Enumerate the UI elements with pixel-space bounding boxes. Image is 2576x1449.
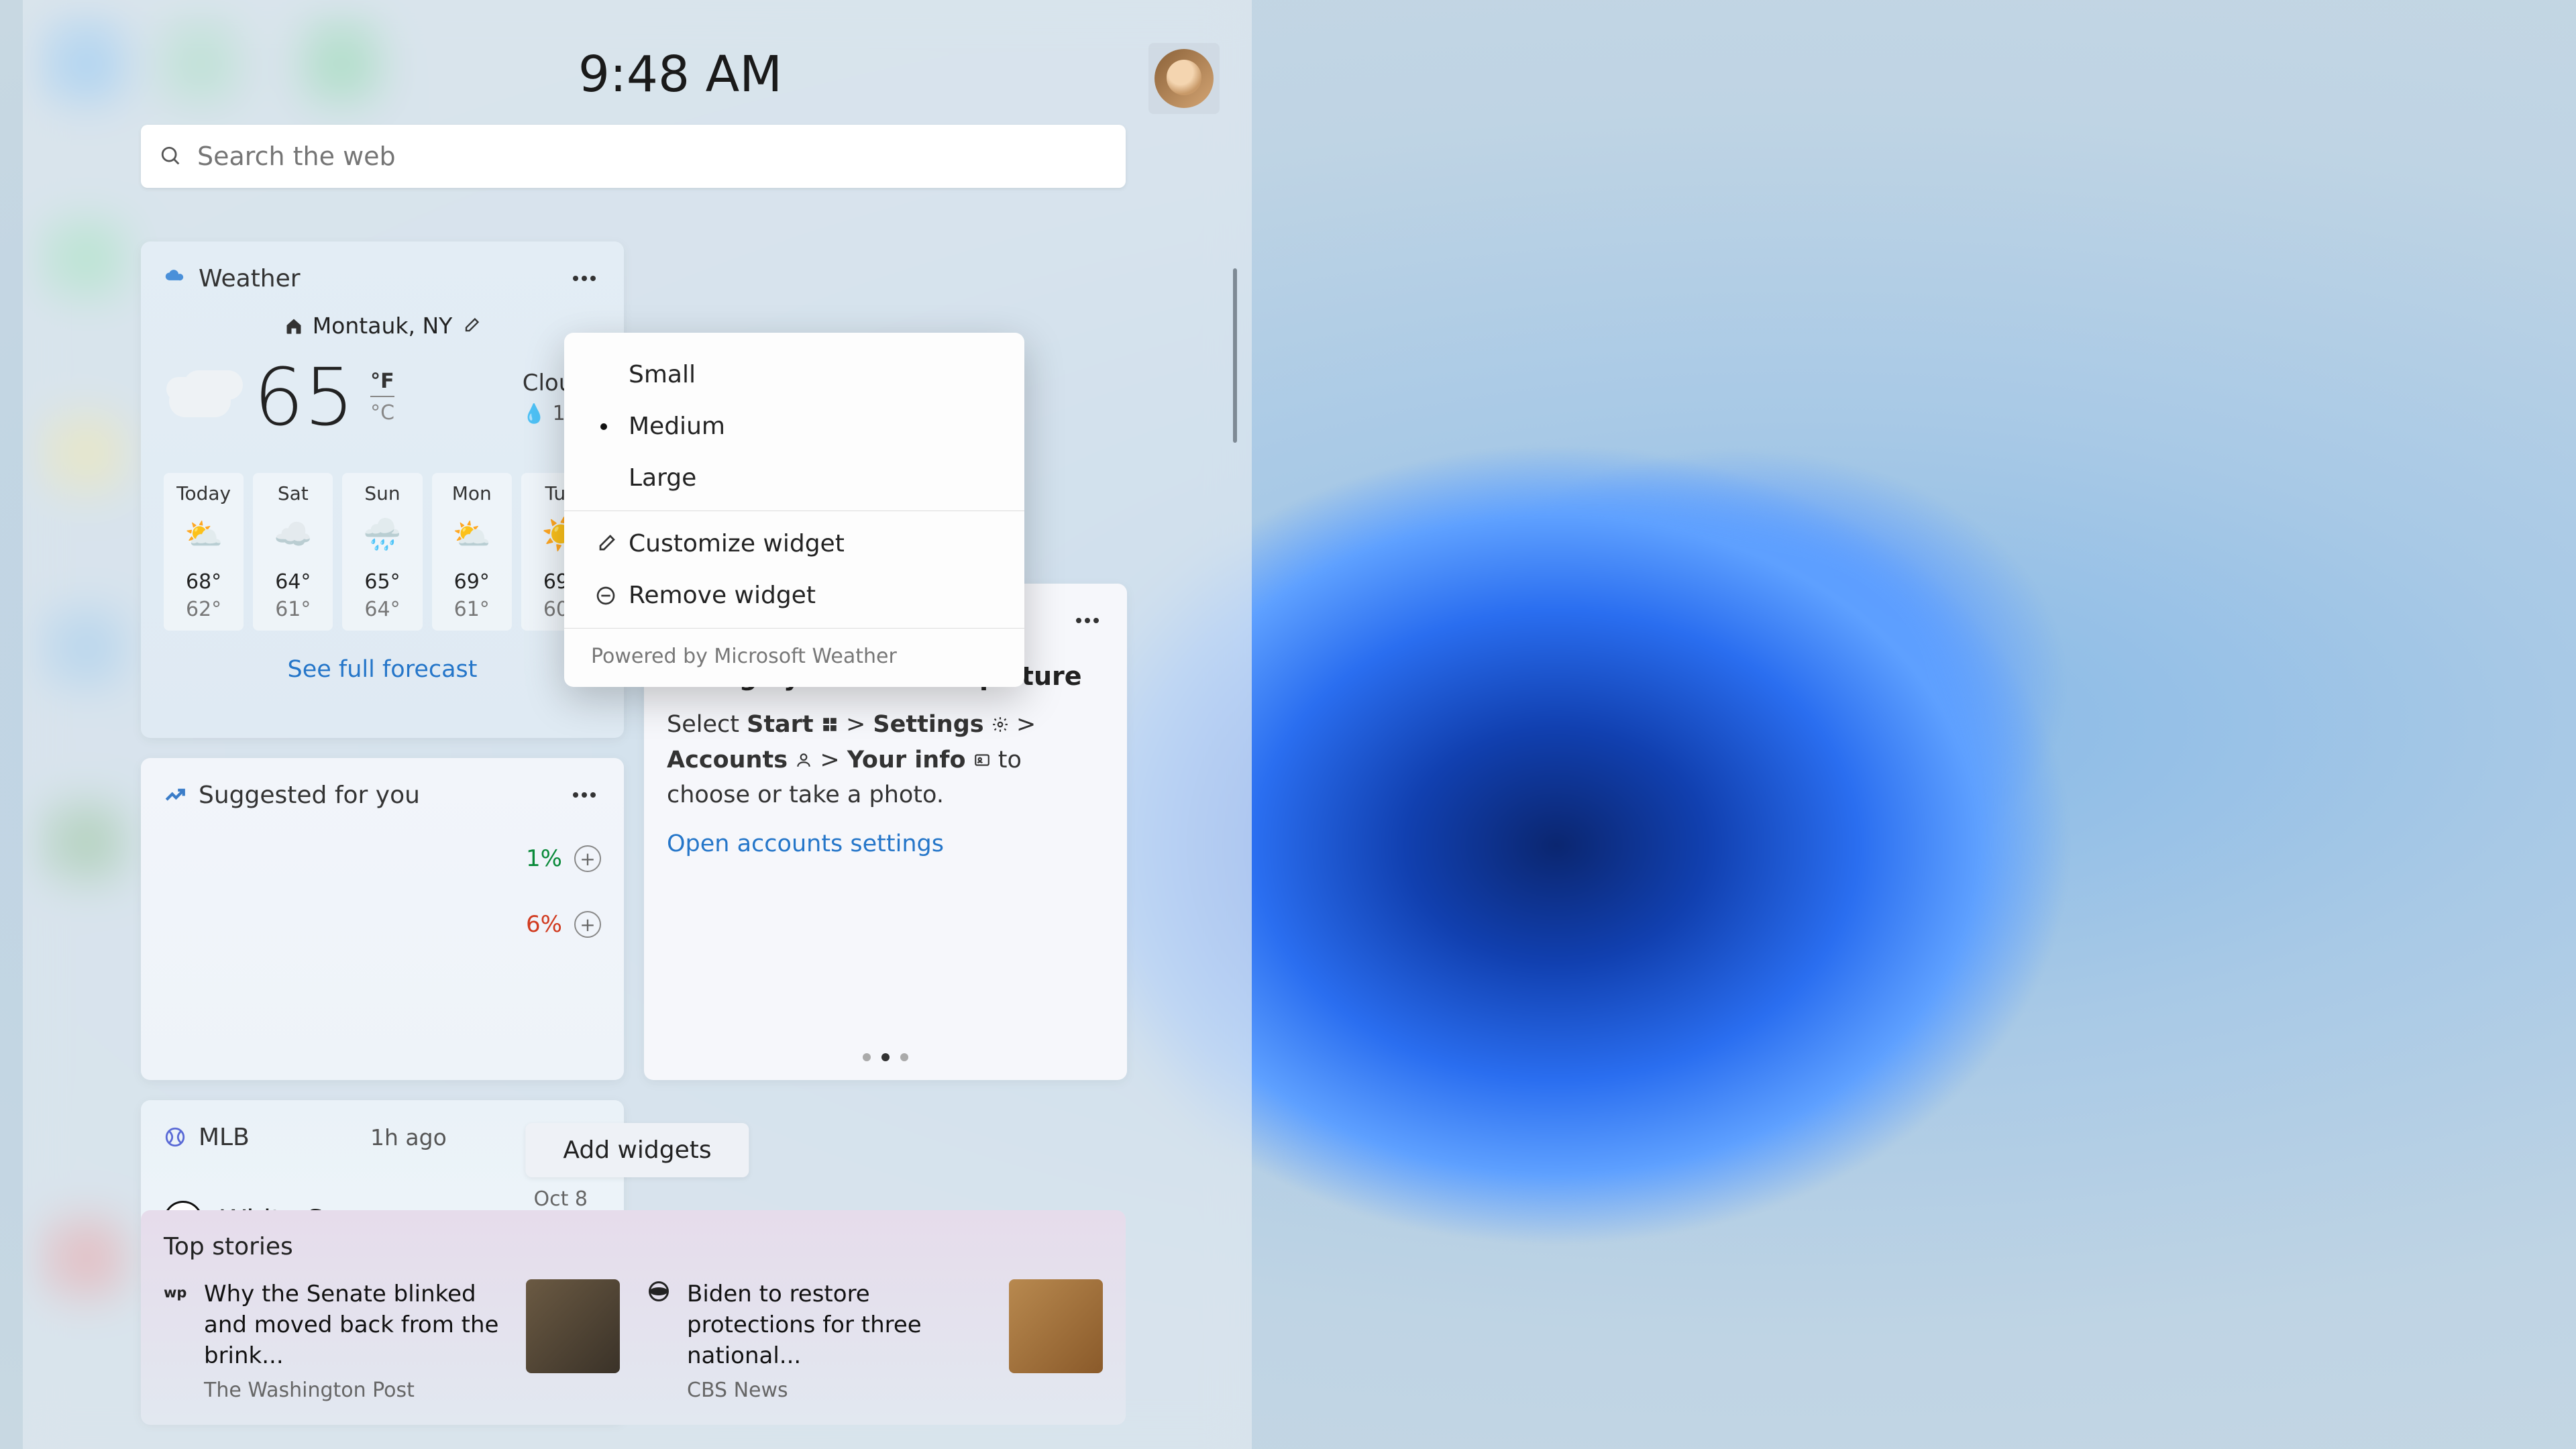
- panel-scrollbar[interactable]: [1233, 268, 1237, 443]
- stock-row[interactable]: 1% +: [164, 845, 601, 872]
- open-accounts-settings-link[interactable]: Open accounts settings: [667, 830, 944, 857]
- svg-text:wp: wp: [164, 1285, 186, 1301]
- stock-row[interactable]: 6% +: [164, 911, 601, 938]
- story-item[interactable]: wp Why the Senate blinked and moved back…: [164, 1279, 620, 1402]
- search-icon: [160, 145, 182, 168]
- weather-title: Weather: [199, 265, 301, 292]
- partly-sunny-icon: ⛅: [168, 514, 239, 554]
- menu-footer-text: Powered by Microsoft Weather: [564, 635, 1024, 671]
- home-icon: [284, 317, 303, 335]
- person-icon: [795, 751, 812, 769]
- add-widgets-button[interactable]: Add widgets: [525, 1123, 749, 1177]
- stock-change-up: 1%: [526, 845, 562, 872]
- unit-fahrenheit[interactable]: °F: [370, 370, 394, 397]
- more-horizontal-icon: [572, 791, 597, 799]
- stock-change-down: 6%: [526, 911, 562, 938]
- menu-item-remove[interactable]: Remove widget: [564, 570, 1024, 621]
- pencil-icon: [595, 533, 616, 555]
- widget-size-context-menu: Small Medium Large Customize widget Remo…: [564, 333, 1024, 687]
- droplet-icon: 💧: [523, 402, 546, 425]
- top-stories-section: Top stories wp Why the Senate blinked an…: [141, 1210, 1126, 1425]
- forecast-day[interactable]: Today⛅68°62°: [164, 473, 244, 631]
- partly-sunny-icon: ⛅: [436, 514, 508, 554]
- mlb-title: MLB: [199, 1124, 250, 1151]
- forecast-day[interactable]: Sun🌧️65°64°: [342, 473, 422, 631]
- cloud-icon: [164, 370, 237, 424]
- menu-separator: [564, 628, 1024, 629]
- weather-more-button[interactable]: [568, 262, 601, 295]
- story-source: The Washington Post: [204, 1379, 510, 1402]
- current-temp: 65: [254, 351, 354, 443]
- remove-icon: [595, 585, 616, 606]
- sports-icon: [164, 1126, 186, 1148]
- suggested-more-button[interactable]: [568, 778, 601, 812]
- story-thumbnail: [1009, 1279, 1103, 1373]
- weather-icon: [164, 267, 186, 290]
- weather-widget: Weather Montauk, NY 65 °F °C Cloudy: [141, 241, 624, 738]
- menu-item-customize[interactable]: Customize widget: [564, 518, 1024, 570]
- tips-body: Select Start > Settings > Accounts > You…: [667, 707, 1104, 813]
- menu-item-large[interactable]: Large: [564, 452, 1024, 504]
- story-item[interactable]: Biden to restore protections for three n…: [647, 1279, 1103, 1402]
- story-thumbnail: [526, 1279, 620, 1373]
- windows-start-icon: [821, 716, 839, 733]
- add-stock-button[interactable]: +: [574, 911, 601, 938]
- forecast-day[interactable]: Sat☁️64°61°: [253, 473, 333, 631]
- weather-location: Montauk, NY: [313, 313, 453, 339]
- avatar-icon: [1155, 49, 1214, 108]
- forecast-row: Today⛅68°62° Sat☁️64°61° Sun🌧️65°64° Mon…: [164, 473, 601, 631]
- stocks-icon: [164, 784, 186, 806]
- menu-item-small[interactable]: Small: [564, 349, 1024, 400]
- tips-pagination-dots[interactable]: [644, 1053, 1127, 1061]
- id-icon: [973, 751, 991, 769]
- widgets-panel: 9:48 AM Weather Montauk, NY: [23, 0, 1252, 1449]
- suggested-title: Suggested for you: [199, 782, 420, 809]
- add-stock-button[interactable]: +: [574, 845, 601, 872]
- more-horizontal-icon: [1075, 616, 1100, 625]
- cloudy-icon: ☁️: [257, 514, 329, 554]
- see-full-forecast-link[interactable]: See full forecast: [287, 656, 477, 683]
- wapo-source-icon: wp: [164, 1279, 188, 1303]
- menu-item-medium[interactable]: Medium: [564, 400, 1024, 452]
- story-headline: Biden to restore protections for three n…: [687, 1279, 993, 1372]
- story-headline: Why the Senate blinked and moved back fr…: [204, 1279, 510, 1372]
- cbs-source-icon: [647, 1279, 671, 1303]
- search-bar[interactable]: [141, 125, 1126, 188]
- top-stories-title: Top stories: [164, 1233, 1103, 1260]
- rain-icon: 🌧️: [346, 514, 418, 554]
- story-source: CBS News: [687, 1379, 993, 1402]
- mlb-updated-ago: 1h ago: [370, 1124, 447, 1150]
- more-horizontal-icon: [572, 274, 597, 282]
- game-date: Oct 8: [484, 1187, 588, 1211]
- gear-icon: [991, 716, 1009, 733]
- tips-more-button[interactable]: [1071, 604, 1104, 637]
- search-input[interactable]: [197, 142, 1107, 171]
- panel-clock: 9:48 AM: [578, 46, 782, 103]
- selected-indicator-icon: [600, 423, 607, 430]
- edit-location-icon[interactable]: [462, 317, 480, 335]
- profile-avatar-button[interactable]: [1148, 43, 1220, 114]
- forecast-day[interactable]: Mon⛅69°61°: [432, 473, 512, 631]
- suggested-widget: Suggested for you 1% + 6% +: [141, 758, 624, 1080]
- unit-celsius[interactable]: °C: [370, 401, 394, 425]
- desktop-wallpaper: [1073, 255, 2281, 1328]
